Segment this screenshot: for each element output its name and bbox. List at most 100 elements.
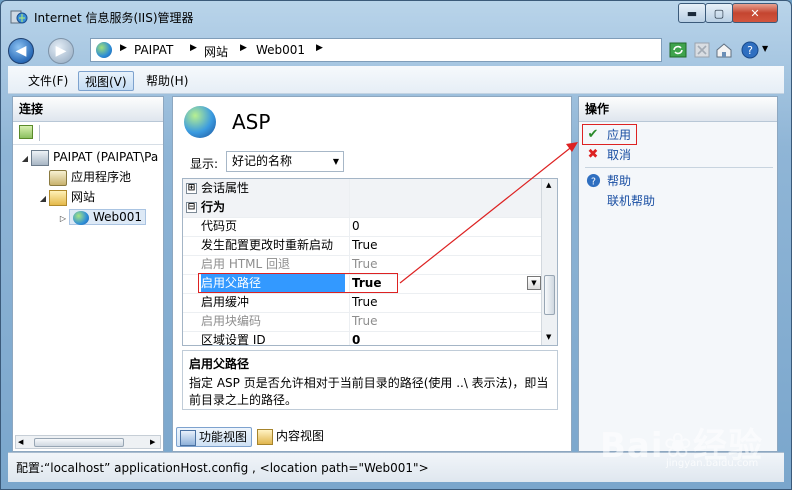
globe-icon — [73, 210, 89, 225]
property-value[interactable]: 0 — [349, 331, 542, 345]
group-by-select[interactable]: 好记的名称 ▼ — [226, 151, 344, 172]
iis-app-icon — [10, 9, 28, 25]
property-name: 启用 HTML 回退 — [201, 257, 291, 271]
scrollbar-thumb[interactable] — [34, 438, 124, 447]
tree-label: 应用程序池 — [71, 170, 132, 184]
tree-label: 网站 — [71, 190, 96, 204]
property-value[interactable]: True — [349, 236, 542, 255]
maximize-button[interactable]: ▢ — [705, 3, 733, 23]
new-connection-icon[interactable] — [19, 125, 33, 139]
description-text: 指定 ASP 页是否允许相对于当前目录的路径(使用 ..\ 表示法)，即当前目录… — [189, 376, 549, 407]
breadcrumb-item-sites[interactable]: 网站 — [204, 43, 228, 60]
stop-icon[interactable] — [692, 40, 712, 60]
help-icon: ? — [585, 173, 601, 189]
collapse-triangle-icon[interactable]: ◢ — [37, 189, 49, 209]
back-button[interactable]: ◀ — [8, 38, 34, 64]
property-name: 区域设置 ID — [201, 333, 266, 346]
group-by-label: 显示: — [190, 157, 219, 171]
window-title: Internet 信息服务(IIS)管理器 — [34, 11, 194, 25]
tree-label: Web001 — [93, 210, 143, 224]
collapse-triangle-icon[interactable]: ◢ — [19, 149, 31, 169]
home-icon[interactable] — [714, 40, 734, 60]
breadcrumb-separator-icon: ▶ — [240, 43, 247, 53]
tab-label: 功能视图 — [199, 430, 248, 444]
tab-content-view[interactable]: 内容视图 — [254, 427, 328, 447]
property-name: 启用缓冲 — [201, 295, 250, 309]
grid-vertical-scrollbar[interactable]: ▲ ▼ — [541, 179, 557, 345]
asp-globe-icon — [184, 106, 216, 138]
refresh-icon[interactable] — [668, 40, 688, 60]
grid-row-code-page[interactable]: 代码页 0 — [183, 217, 541, 237]
property-value[interactable]: True — [349, 293, 542, 312]
tab-label: 内容视图 — [276, 429, 325, 443]
svg-text:?: ? — [747, 44, 753, 57]
help-dropdown-chevron-down-icon[interactable]: ▼ — [762, 44, 768, 53]
connections-tree: ◢ PAIPAT (PAIPAT\Pa 应用程序池 ◢ 网站 ▷ Web001 — [13, 145, 163, 429]
toolbar-divider — [39, 125, 40, 141]
connections-panel: 连接 ◢ PAIPAT (PAIPAT\Pa 应用程序池 ◢ 网站 ▷ Web001 … — [12, 96, 164, 452]
collapse-minus-icon[interactable]: ⊟ — [186, 202, 197, 213]
help-icon[interactable]: ? — [740, 40, 760, 60]
property-value — [349, 179, 542, 198]
property-name: 发生配置更改时重新启动 — [201, 238, 334, 252]
group-by-value: 好记的名称 — [232, 154, 293, 168]
feature-title: ASP — [232, 110, 271, 134]
scrollbar-thumb[interactable] — [544, 275, 555, 315]
menu-view[interactable]: 视图(V) — [78, 71, 134, 91]
help-action[interactable]: 帮助 — [607, 172, 631, 190]
arrow-right-icon: ▶ — [55, 43, 67, 59]
cancel-action[interactable]: 取消 — [607, 146, 631, 164]
expand-plus-icon[interactable]: ⊞ — [186, 183, 197, 194]
breadcrumb-separator-icon: ▶ — [190, 43, 197, 53]
connections-toolbar — [13, 122, 163, 145]
chevron-down-icon: ▼ — [332, 157, 339, 166]
property-name: 行为 — [201, 200, 226, 214]
online-help-action[interactable]: 联机帮助 — [607, 192, 655, 210]
grid-row-html-fallback[interactable]: 启用 HTML 回退 True — [183, 255, 541, 275]
tab-feature-view[interactable]: 功能视图 — [176, 427, 253, 447]
breadcrumb-separator-icon: ▶ — [120, 43, 127, 53]
grid-row-restart-on-config-change[interactable]: 发生配置更改时重新启动 True — [183, 236, 541, 256]
forward-button[interactable]: ▶ — [48, 38, 74, 64]
baidu-watermark-url: jingyan.baidu.com — [666, 458, 759, 469]
minimize-button[interactable]: ▬ — [678, 3, 706, 23]
property-name: 代码页 — [201, 219, 238, 233]
sites-folder-icon — [49, 189, 67, 206]
connections-title: 连接 — [13, 97, 163, 122]
scroll-left-icon[interactable]: ◀ — [18, 438, 23, 446]
close-button[interactable]: ✕ — [732, 3, 778, 23]
grid-category-behavior[interactable]: ⊟ 行为 — [183, 198, 541, 218]
breadcrumb-item-paipat[interactable]: PAIPAT — [134, 43, 173, 57]
apply-highlight-box — [582, 124, 637, 145]
tree-item-app-pools[interactable]: 应用程序池 — [37, 167, 131, 187]
scroll-up-icon[interactable]: ▲ — [546, 181, 551, 189]
breadcrumb-item-web001[interactable]: Web001 — [256, 43, 305, 57]
property-value[interactable]: True — [349, 255, 542, 274]
arrow-left-icon: ◀ — [15, 43, 27, 59]
property-value — [349, 198, 542, 217]
property-name: 启用块编码 — [201, 314, 262, 328]
scroll-right-icon[interactable]: ▶ — [150, 438, 155, 446]
menu-file[interactable]: 文件(F) — [22, 71, 74, 91]
grid-row-enable-buffering[interactable]: 启用缓冲 True — [183, 293, 541, 313]
property-value[interactable]: 0 — [349, 217, 542, 236]
grid-row-locale-id[interactable]: 区域设置 ID 0 — [183, 331, 542, 346]
tree-item-sites[interactable]: ◢ 网站 — [37, 187, 95, 207]
expand-triangle-icon[interactable]: ▷ — [57, 209, 69, 229]
server-icon — [31, 149, 49, 166]
scroll-down-icon[interactable]: ▼ — [546, 333, 551, 341]
globe-icon — [96, 42, 112, 58]
property-name: 会话属性 — [201, 181, 250, 195]
address-bar[interactable] — [90, 38, 662, 62]
content-view-icon — [257, 429, 273, 445]
property-value[interactable]: True — [349, 312, 542, 331]
grid-category-session[interactable]: ⊞ 会话属性 — [183, 179, 541, 199]
value-dropdown-chevron-down-icon[interactable]: ▼ — [527, 276, 541, 290]
cancel-icon: ✖ — [587, 147, 599, 162]
tree-horizontal-scrollbar[interactable]: ◀ ▶ — [15, 435, 161, 449]
grid-row-chunked-encoding[interactable]: 启用块编码 True — [183, 312, 541, 332]
property-grid: ⊞ 会话属性 ⊟ 行为 代码页 0 发生配置更改时重新启动 True 启用 HT… — [182, 178, 558, 346]
tree-item-server[interactable]: ◢ PAIPAT (PAIPAT\Pa — [19, 147, 158, 167]
tree-item-web001[interactable]: ▷ Web001 — [57, 207, 147, 229]
menu-help[interactable]: 帮助(H) — [140, 71, 194, 91]
